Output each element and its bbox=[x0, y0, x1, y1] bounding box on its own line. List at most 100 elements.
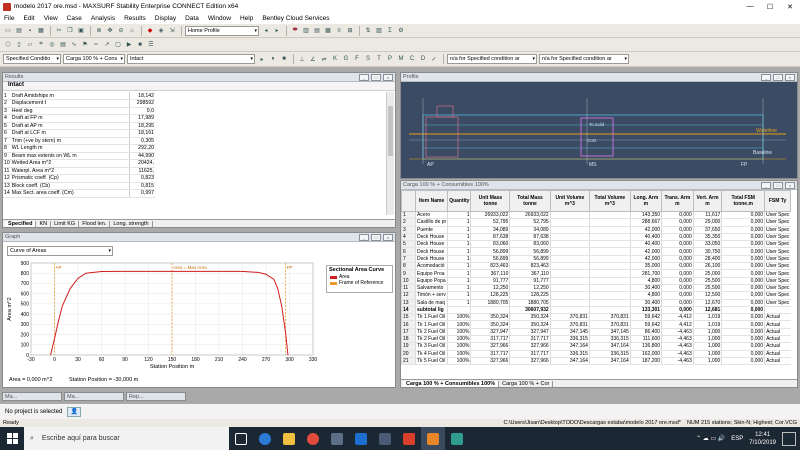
table-cell[interactable]: 25,500 bbox=[692, 277, 722, 285]
table-cell[interactable] bbox=[549, 233, 590, 242]
table-row[interactable]: 2 Castillo de pr 1 52,795 52,795 288,667 0,000… bbox=[401, 218, 791, 227]
settings-icon[interactable]: ⚙ bbox=[396, 26, 406, 36]
large-angle-icon[interactable]: ∠ bbox=[308, 54, 318, 64]
table-cell[interactable]: -4,463 bbox=[661, 357, 694, 366]
loadcase-combo[interactable]: Carga 100 % + Cons ▾ bbox=[63, 54, 125, 64]
table-cell[interactable]: 111,600 bbox=[629, 335, 662, 344]
table-cell[interactable]: 1 bbox=[447, 233, 471, 242]
table-cell[interactable]: 100% bbox=[447, 320, 471, 329]
table-cell[interactable] bbox=[588, 247, 631, 256]
table-cell[interactable]: 336,315 bbox=[588, 335, 631, 344]
tab-loadcase-1[interactable]: Carga 100 % + Consumibles 100% bbox=[403, 380, 500, 387]
table-cell[interactable] bbox=[588, 211, 631, 220]
close-button[interactable]: ✕ bbox=[780, 3, 800, 11]
column-header[interactable]: Vert. Arm m bbox=[692, 190, 723, 212]
table-row[interactable]: 21 Tk 5 Fuel Oil 100% 327,966 327,966 347,164… bbox=[401, 357, 791, 366]
table-cell[interactable]: 0,000 bbox=[721, 299, 765, 307]
task-view-icon[interactable] bbox=[229, 427, 253, 450]
menu-window[interactable]: Window bbox=[208, 15, 231, 22]
body-icon[interactable]: ◎ bbox=[47, 40, 57, 50]
table-cell[interactable]: 100% bbox=[447, 328, 471, 337]
grid-icon[interactable]: ▦ bbox=[323, 26, 333, 36]
table-cell[interactable]: 26,100 bbox=[692, 262, 722, 271]
table-cell[interactable] bbox=[588, 299, 631, 307]
plan-icon[interactable]: ▱ bbox=[25, 40, 35, 50]
table-cell[interactable]: 59,642 bbox=[629, 313, 662, 322]
table-row[interactable]: 7 Trim (+ve by stern) m 0,305 bbox=[3, 137, 155, 145]
table-cell[interactable]: 370,831 bbox=[588, 313, 631, 322]
table-cell[interactable]: 347,164 bbox=[588, 357, 631, 366]
menu-analysis[interactable]: Analysis bbox=[91, 15, 115, 22]
table-cell[interactable]: 327,947 bbox=[470, 328, 510, 337]
table-row[interactable]: 2 Displacement t 298592 bbox=[3, 99, 155, 108]
table-cell[interactable]: 133,301 bbox=[629, 306, 662, 315]
table-cell[interactable]: 0,000 bbox=[661, 218, 694, 227]
table-row[interactable]: 9 Equipo Proa 1 367,110 367,110 281,700 0,000 2… bbox=[401, 269, 791, 278]
table-cell[interactable]: User Spec bbox=[764, 226, 791, 234]
table-row[interactable]: 16 Tk 1 Fuel Oil 100% 350,324 350,324 370,831… bbox=[401, 320, 791, 329]
table-cell[interactable]: Actual bbox=[764, 335, 791, 344]
table-cell[interactable]: 26933,022 bbox=[470, 211, 510, 220]
table-cell[interactable]: User Spec bbox=[764, 262, 791, 271]
menu-results[interactable]: Results bbox=[124, 15, 146, 22]
table-row[interactable]: 10 Wetted Area m^2 20424, bbox=[3, 159, 155, 168]
table-cell[interactable]: Equipo Proa bbox=[414, 269, 448, 278]
table-row[interactable]: 8 WL Length m 292,20 bbox=[3, 144, 155, 153]
wire-icon[interactable]: ⌗ bbox=[36, 40, 46, 50]
table-cell[interactable]: 29,000 bbox=[692, 218, 722, 227]
table-cell[interactable] bbox=[549, 284, 590, 293]
table-cell[interactable]: 1 bbox=[447, 218, 471, 227]
kn-icon[interactable]: K bbox=[330, 54, 340, 64]
table-cell[interactable] bbox=[588, 306, 631, 315]
table-cell[interactable] bbox=[588, 262, 631, 271]
table-row[interactable]: 1 Draft Amidships m 18,142 bbox=[3, 92, 155, 100]
curve-icon[interactable]: ∿ bbox=[69, 40, 79, 50]
table-cell[interactable]: 128,225 bbox=[470, 291, 510, 300]
results-maximize-button[interactable]: □ bbox=[371, 73, 381, 81]
table-cell[interactable] bbox=[549, 299, 590, 307]
table-cell[interactable]: 0,000 bbox=[721, 255, 765, 264]
table-cell[interactable]: 0,000 bbox=[661, 226, 694, 234]
table-cell[interactable]: 0,000 bbox=[721, 291, 765, 300]
table-cell[interactable]: 34,089 bbox=[509, 226, 551, 234]
table-cell[interactable]: 1,000 bbox=[692, 342, 722, 351]
table-cell[interactable] bbox=[588, 240, 631, 249]
table-cell[interactable]: 0,000 bbox=[721, 313, 765, 322]
table-row[interactable]: 13 Block coeff. (Cb) 0,815 bbox=[3, 182, 155, 190]
table-row[interactable]: 17 Tk 2 Fuel Oil 100% 327,947 327,947 347,145… bbox=[401, 328, 791, 337]
table-cell[interactable]: 1 bbox=[447, 211, 471, 220]
table-cell[interactable]: 100% bbox=[447, 357, 471, 366]
column-header[interactable]: Total Mass tonne bbox=[509, 190, 551, 212]
table-cell[interactable]: User Spec bbox=[764, 218, 791, 227]
table-cell[interactable]: 0,000 bbox=[721, 226, 765, 234]
table-cell[interactable]: 0,000 bbox=[721, 335, 765, 344]
table-cell[interactable]: Tk 1 Fuel Oil bbox=[414, 313, 448, 322]
table-row[interactable]: 3 Heel deg 0,0 bbox=[3, 107, 155, 115]
table-cell[interactable] bbox=[588, 218, 631, 227]
loadcase-minimize-button[interactable]: _ bbox=[761, 181, 771, 189]
table-cell[interactable]: 350,324 bbox=[509, 313, 551, 322]
table-cell[interactable]: Acero bbox=[414, 211, 448, 220]
table-cell[interactable]: 1880,705 bbox=[470, 299, 510, 307]
menu-help[interactable]: Help bbox=[240, 15, 253, 22]
table-cell[interactable]: Castillo de pr bbox=[414, 218, 448, 227]
case-icon[interactable]: C bbox=[407, 54, 417, 64]
results-minimize-button[interactable]: _ bbox=[359, 73, 369, 81]
table-cell[interactable]: 56,899 bbox=[470, 247, 510, 256]
table-cell[interactable]: Equipo Popa bbox=[414, 277, 448, 285]
view-next-icon[interactable]: ▸ bbox=[272, 26, 282, 36]
tank-cal-icon[interactable]: T bbox=[374, 54, 384, 64]
tab-limit-kg[interactable]: Limit KG bbox=[51, 220, 80, 227]
frame-icon[interactable]: ▯ bbox=[14, 40, 24, 50]
table-cell[interactable]: Actual bbox=[764, 342, 791, 351]
pan-icon[interactable]: ✥ bbox=[105, 26, 115, 36]
table-cell[interactable]: User Spec bbox=[764, 291, 791, 300]
table-cell[interactable]: 1,000 bbox=[692, 357, 722, 366]
table-cell[interactable] bbox=[549, 291, 590, 300]
explorer-icon[interactable] bbox=[277, 427, 301, 450]
table-cell[interactable]: Sala de maq bbox=[414, 299, 448, 307]
minimized-window-1[interactable]: Ma... bbox=[2, 392, 62, 401]
hull-icon[interactable]: ⬬ bbox=[290, 26, 300, 36]
table-cell[interactable]: -4,463 bbox=[661, 335, 694, 344]
table-cell[interactable]: 327,966 bbox=[509, 357, 551, 366]
